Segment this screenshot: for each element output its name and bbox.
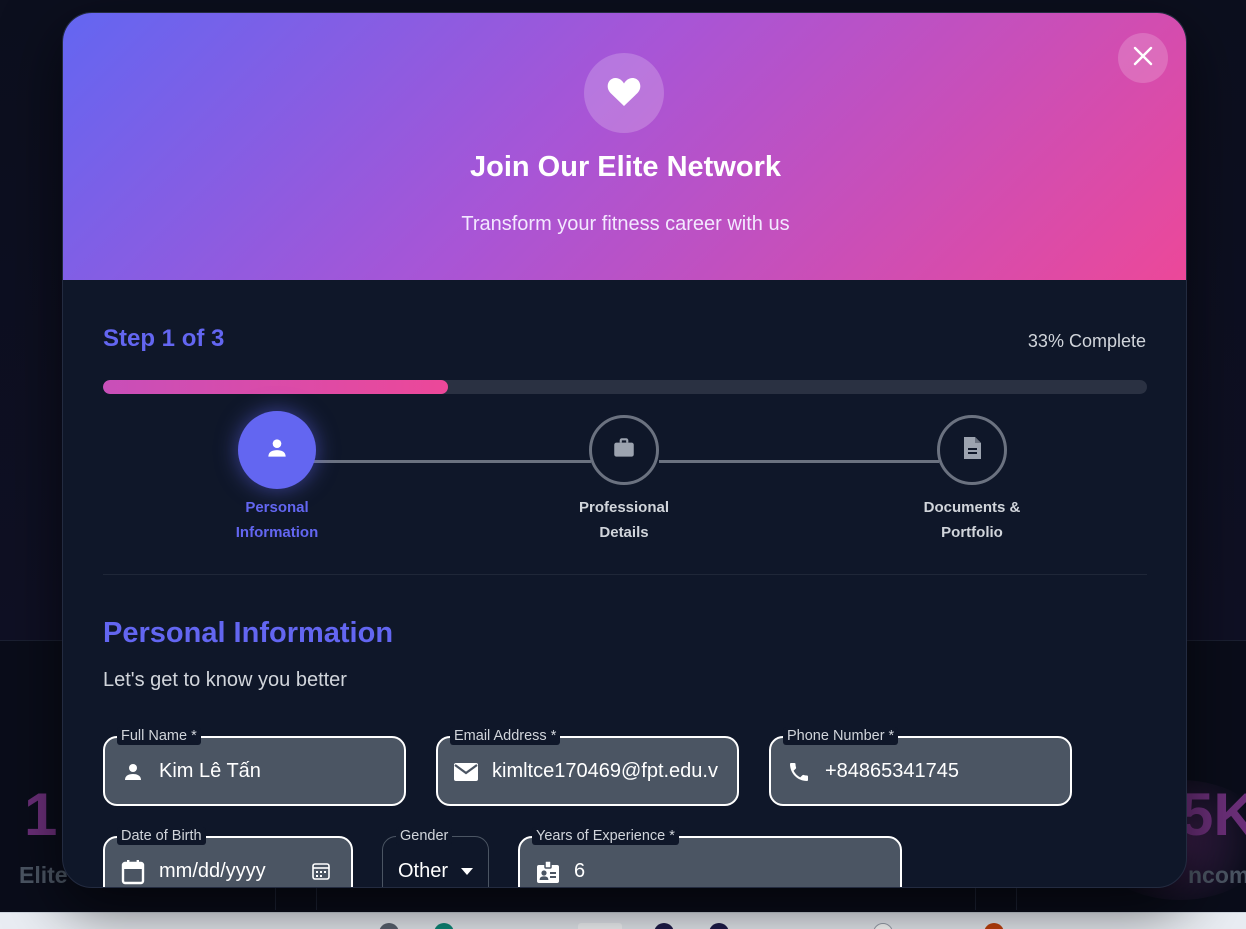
calendar-picker-icon[interactable] xyxy=(311,861,331,886)
gender-select[interactable]: Gender Other xyxy=(382,827,489,887)
heart-icon xyxy=(606,75,642,112)
progress-bar-fill xyxy=(103,380,448,394)
os-taskbar xyxy=(0,912,1246,929)
step-caption: Personal Information xyxy=(187,495,367,545)
full-name-input[interactable]: Kim Lê Tấn xyxy=(159,736,394,806)
date-of-birth-input[interactable]: mm/dd/yyyy xyxy=(159,836,309,887)
progress-bar xyxy=(103,380,1147,394)
badge-icon xyxy=(534,858,562,886)
background-stat-number: 5K xyxy=(1180,781,1246,848)
briefcase-icon xyxy=(611,435,637,466)
step-caption-line: Portfolio xyxy=(941,524,1003,541)
modal-title: Join Our Elite Network xyxy=(470,151,781,183)
modal-subtitle: Transform your fitness career with us xyxy=(461,213,790,235)
section-title: Personal Information xyxy=(103,617,394,649)
background-stat-label: ncom xyxy=(1188,862,1246,888)
modal-header: Join Our Elite Network Transform your fi… xyxy=(63,13,1186,280)
person-icon xyxy=(119,758,147,786)
date-of-birth-field[interactable]: Date of Birth mm/dd/yyyy xyxy=(103,827,353,887)
step-caption: Documents & Portfolio xyxy=(882,495,1062,545)
gender-value: Other xyxy=(398,860,449,882)
background-stat-label: Elite xyxy=(19,862,68,888)
section-divider xyxy=(103,574,1147,575)
years-experience-input[interactable]: 6 xyxy=(574,836,874,887)
background-stat-number: 1 xyxy=(24,781,58,848)
step-caption-line: Personal xyxy=(245,499,309,516)
email-input[interactable]: kimltce170469@fpt.edu.v xyxy=(492,736,730,806)
person-icon xyxy=(264,435,290,466)
phone-icon xyxy=(785,758,813,786)
taskbar-app-icon[interactable] xyxy=(578,923,622,929)
email-field[interactable]: Email Address * kimltce170469@fpt.edu.v xyxy=(436,727,739,806)
step-caption-line: Information xyxy=(235,524,319,541)
step-personal-information[interactable] xyxy=(238,411,316,489)
phone-input[interactable]: +84865341745 xyxy=(825,736,1060,806)
progress-percent: 33% Complete xyxy=(1027,331,1146,351)
document-icon xyxy=(960,435,984,466)
phone-field[interactable]: Phone Number * +84865341745 xyxy=(769,727,1072,806)
section-subtitle: Let's get to know you better xyxy=(103,669,347,691)
close-button[interactable] xyxy=(1118,33,1168,83)
step-documents-portfolio[interactable] xyxy=(937,415,1007,485)
chevron-down-icon xyxy=(461,868,473,875)
step-caption-line: Professional xyxy=(578,499,670,516)
close-icon xyxy=(1132,45,1154,72)
step-counter: Step 1 of 3 xyxy=(103,325,225,352)
step-caption-line: Documents & xyxy=(923,499,1021,516)
full-name-field[interactable]: Full Name * Kim Lê Tấn xyxy=(103,727,406,806)
step-caption-line: Details xyxy=(599,524,649,541)
calendar-icon xyxy=(119,858,147,886)
step-professional-details[interactable] xyxy=(589,415,659,485)
header-icon-badge xyxy=(584,53,664,133)
mail-icon xyxy=(452,758,480,786)
stepper-connector xyxy=(313,460,591,463)
stepper-connector xyxy=(659,460,939,463)
signup-modal: Join Our Elite Network Transform your fi… xyxy=(62,12,1187,888)
step-caption: Professional Details xyxy=(534,495,714,545)
years-experience-field[interactable]: Years of Experience * 6 xyxy=(518,827,902,887)
